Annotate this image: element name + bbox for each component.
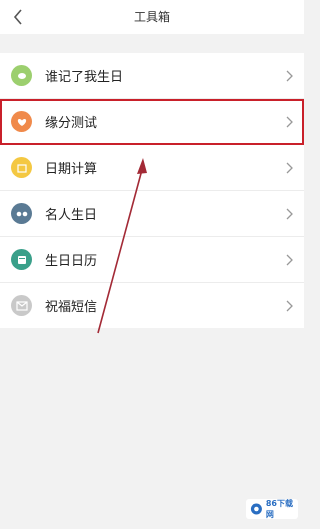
tool-label: 缘分测试 [45, 116, 98, 131]
chevron-right-icon [286, 208, 293, 219]
tool-label: 日期计算 [45, 162, 98, 177]
tool-label: 名人生日 [45, 208, 98, 223]
tool-item-fate-test[interactable]: 缘分测试 [0, 99, 304, 145]
chevron-right-icon [286, 254, 293, 265]
site-logo-icon [250, 503, 262, 515]
tools-list: 谁记了我生日 缘分测试 日期计算 名人生日 生日日历 祝福短信 [0, 53, 304, 328]
heart-icon [11, 111, 32, 132]
chevron-right-icon [286, 116, 293, 127]
tool-item-birthday-rememberers[interactable]: 谁记了我生日 [0, 53, 304, 99]
watermark-text: 86下载网 [265, 499, 293, 519]
calendar-book-icon [11, 249, 32, 270]
tool-item-celebrity-birthdays[interactable]: 名人生日 [0, 191, 304, 237]
envelope-icon [11, 295, 32, 316]
tool-label: 生日日历 [45, 254, 98, 269]
tool-label: 祝福短信 [45, 300, 98, 315]
watermark-logo: 86下载网 [246, 499, 298, 519]
tool-item-date-calculator[interactable]: 日期计算 [0, 145, 304, 191]
page-title: 工具箱 [133, 10, 170, 24]
chevron-right-icon [286, 300, 293, 311]
chevron-right-icon [286, 162, 293, 173]
calendar-icon [11, 157, 32, 178]
top-bar: 工具箱 [0, 0, 304, 34]
chevron-right-icon [286, 70, 293, 81]
mask-icon [11, 203, 32, 224]
tool-item-birthday-calendar[interactable]: 生日日历 [0, 237, 304, 283]
tool-item-blessing-sms[interactable]: 祝福短信 [0, 283, 304, 328]
tool-label: 谁记了我生日 [45, 70, 124, 85]
leaf-icon [11, 65, 32, 86]
